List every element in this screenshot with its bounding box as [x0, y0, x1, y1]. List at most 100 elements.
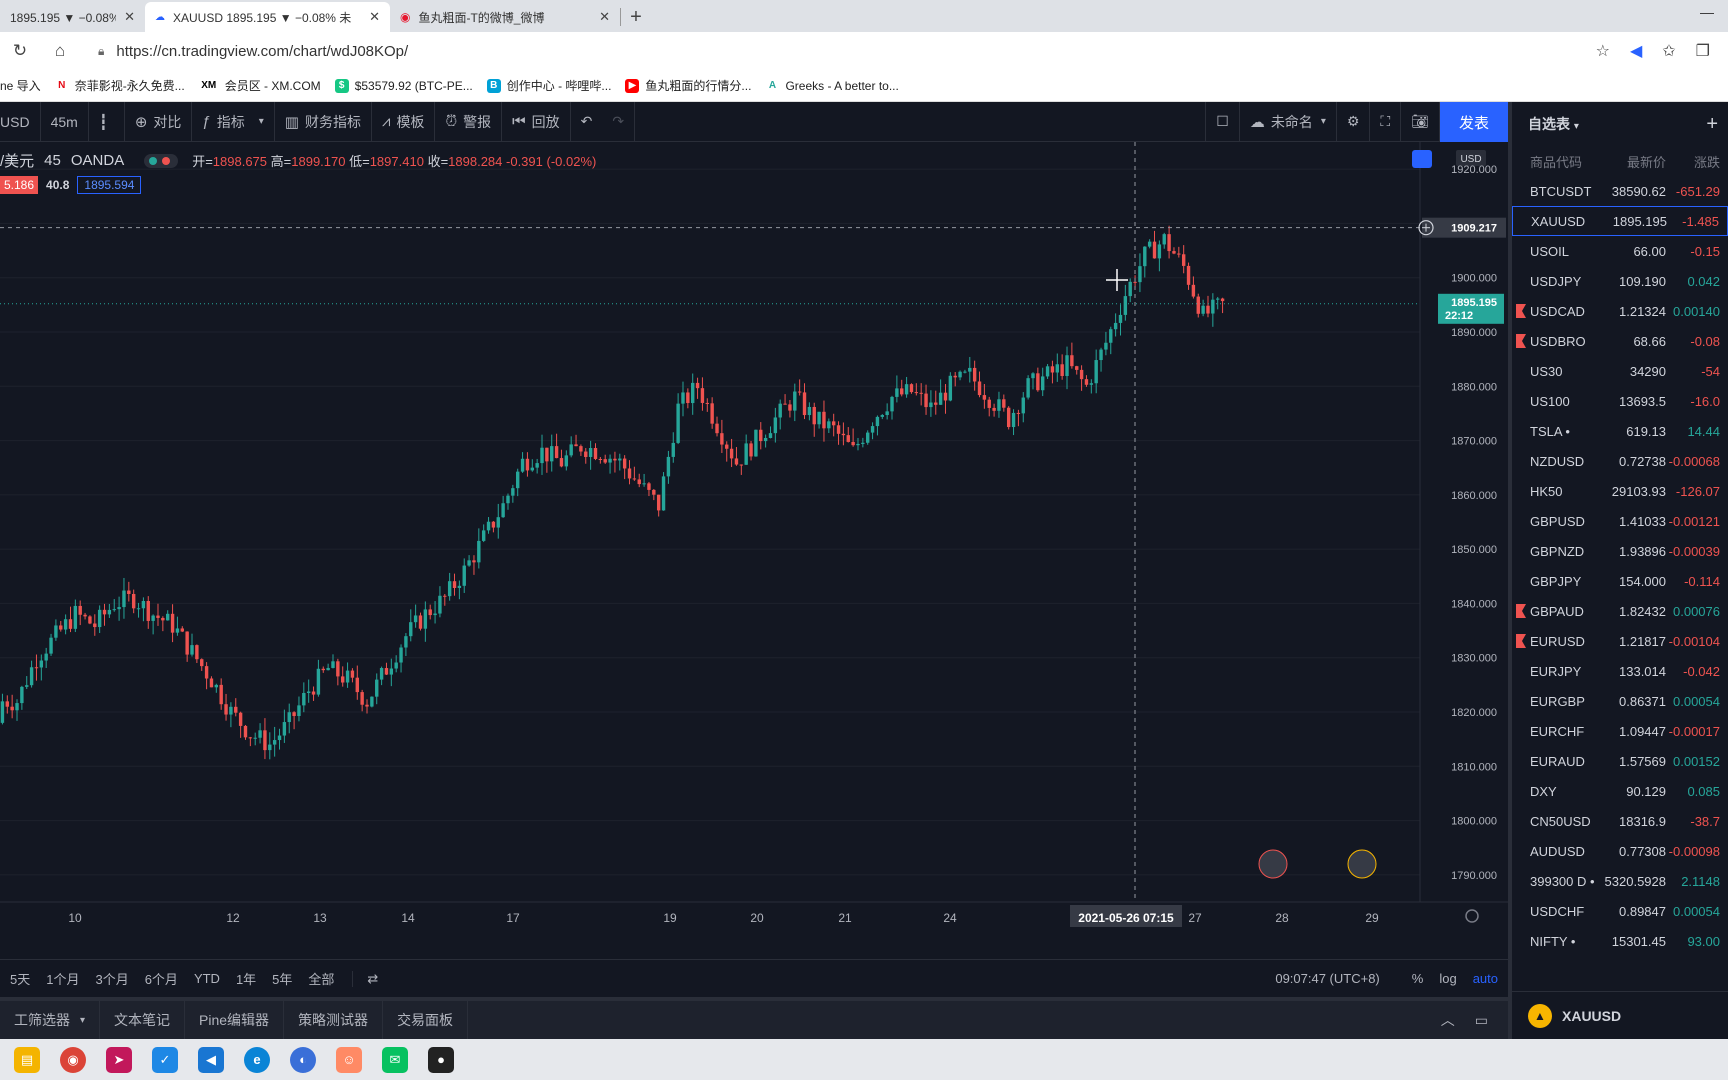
watchlist-row[interactable]: GBPNZD 1.93896 -0.00039: [1512, 536, 1728, 566]
chart-pane[interactable]: USD1920.0001910.0001900.0001890.0001880.…: [0, 142, 1508, 959]
chart-settings-icon[interactable]: [1412, 150, 1432, 168]
flag-icon[interactable]: [1516, 604, 1526, 618]
indicators-button[interactable]: ƒ 指标 ▾: [192, 101, 275, 142]
tab-pine-editor[interactable]: Pine编辑器: [185, 1001, 285, 1039]
watchlist-footer-symbol[interactable]: ▲ XAUUSD: [1512, 991, 1728, 1039]
recorder-icon[interactable]: ●: [428, 1046, 454, 1073]
watchlist-title-button[interactable]: 自选表 ▾: [1528, 114, 1579, 134]
watchlist-row[interactable]: USDCHF 0.89847 0.00054: [1512, 896, 1728, 926]
maximize-panel-icon[interactable]: ▭: [1475, 1012, 1488, 1029]
bookmark-item[interactable]: XM 会员区 - XM.COM: [199, 77, 321, 94]
col-change[interactable]: 涨跌: [1666, 152, 1720, 171]
range-5d[interactable]: 5天: [0, 969, 38, 988]
avatar-app-icon[interactable]: ☺: [336, 1046, 362, 1073]
snapshot-button[interactable]: 📷︎: [1401, 101, 1440, 142]
range-6m[interactable]: 6个月: [137, 969, 186, 988]
watchlist-row[interactable]: GBPJPY 154.000 -0.114: [1512, 566, 1728, 596]
bid-price[interactable]: 5.186: [0, 176, 39, 194]
tab-text-notes[interactable]: 文本笔记: [100, 1001, 186, 1039]
edge-icon[interactable]: e: [244, 1046, 270, 1073]
watchlist-row[interactable]: XAUUSD 1895.195 -1.485: [1512, 206, 1728, 236]
fullscreen-button[interactable]: ⛶: [1370, 101, 1402, 142]
time-axis-settings-icon[interactable]: [1465, 909, 1479, 923]
app-icon[interactable]: ◀: [198, 1046, 224, 1073]
col-last[interactable]: 最新价: [1600, 152, 1666, 171]
chrome-icon[interactable]: ◉: [60, 1046, 86, 1073]
watchlist-row[interactable]: AUDUSD 0.77308 -0.00098: [1512, 836, 1728, 866]
chevron-up-icon[interactable]: ︿: [1441, 1010, 1455, 1030]
bookmark-item[interactable]: N 奈菲影视-永久免费...: [55, 77, 185, 94]
compare-button[interactable]: ⊕ 对比: [125, 101, 193, 142]
reload-icon[interactable]: ↻: [0, 41, 40, 61]
favorites-icon[interactable]: ✩: [1662, 41, 1675, 61]
add-symbol-icon[interactable]: +: [1706, 113, 1718, 136]
bookmark-item[interactable]: $ $53579.92 (BTC-PE...: [334, 78, 473, 93]
percent-toggle[interactable]: %: [1404, 971, 1432, 986]
financials-button[interactable]: ▥ 财务指标: [275, 101, 372, 142]
price-axis[interactable]: [1420, 142, 1508, 902]
replay-button[interactable]: ⏮︎ 回放: [502, 101, 571, 142]
goto-date-icon[interactable]: ⇄: [352, 970, 386, 987]
extension-icon[interactable]: ◀: [1630, 41, 1642, 61]
ask-price[interactable]: 1895.594: [77, 176, 142, 194]
market-status-pill[interactable]: [144, 153, 179, 168]
watchlist-row[interactable]: US100 13693.5 -16.0: [1512, 386, 1728, 416]
range-3m[interactable]: 3个月: [87, 969, 136, 988]
bookmark-item[interactable]: A Greeks - A better to...: [765, 79, 899, 93]
clock-display[interactable]: 09:07:47 (UTC+8): [1275, 971, 1379, 986]
range-5y[interactable]: 5年: [264, 969, 300, 988]
url-field[interactable]: 🔒︎ https://cn.tradingview.com/chart/wdJ0…: [90, 37, 1596, 65]
settings-button[interactable]: ⚙: [1337, 101, 1371, 142]
watchlist-row[interactable]: GBPAUD 1.82432 0.00076: [1512, 596, 1728, 626]
watchlist-row[interactable]: EURJPY 133.014 -0.042: [1512, 656, 1728, 686]
tab-screener[interactable]: 工筛选器 ▾: [0, 1001, 101, 1039]
economic-event-icon[interactable]: [1347, 849, 1377, 879]
log-toggle[interactable]: log: [1431, 971, 1464, 986]
undo-button[interactable]: ↶: [571, 102, 603, 142]
wechat-icon[interactable]: ✉: [382, 1046, 408, 1073]
watchlist-row[interactable]: EURGBP 0.86371 0.00054: [1512, 686, 1728, 716]
tab-strategy-tester[interactable]: 策略测试器: [284, 1001, 384, 1039]
flag-icon[interactable]: [1516, 334, 1526, 348]
range-1y[interactable]: 1年: [228, 969, 264, 988]
watchlist-row[interactable]: USOIL 66.00 -0.15: [1512, 236, 1728, 266]
watchlist-row[interactable]: EURCHF 1.09447 -0.00017: [1512, 716, 1728, 746]
home-icon[interactable]: ⌂: [40, 41, 80, 61]
watchlist-row[interactable]: EURAUD 1.57569 0.00152: [1512, 746, 1728, 776]
star-add-icon[interactable]: ☆: [1596, 41, 1610, 61]
watchlist-row[interactable]: CN50USD 18316.9 -38.7: [1512, 806, 1728, 836]
bookmark-item[interactable]: ▶ 鱼丸粗面的行情分...: [625, 77, 751, 94]
browser-tab-1[interactable]: 1895.195 ▼ −0.08% 未 ✕: [0, 2, 145, 32]
watchlist-row[interactable]: NZDUSD 0.72738 -0.00068: [1512, 446, 1728, 476]
watchlist-row[interactable]: USDJPY 109.190 0.042: [1512, 266, 1728, 296]
symbol-search[interactable]: USD: [0, 101, 41, 142]
redo-button[interactable]: ↷: [602, 101, 636, 142]
new-tab-button[interactable]: +: [621, 2, 651, 32]
send-app-icon[interactable]: ➤: [106, 1046, 132, 1073]
watchlist-row[interactable]: EURUSD 1.21817 -0.00104: [1512, 626, 1728, 656]
watchlist-row[interactable]: HK50 29103.93 -126.07: [1512, 476, 1728, 506]
watchlist-row[interactable]: GBPUSD 1.41033 -0.00121: [1512, 506, 1728, 536]
alert-button[interactable]: ⏰︎ 警报: [435, 101, 503, 142]
watchlist-row[interactable]: USDCAD 1.21324 0.00140: [1512, 296, 1728, 326]
tab-trading-panel[interactable]: 交易面板: [383, 1001, 469, 1039]
collections-icon[interactable]: ❐: [1696, 41, 1710, 61]
todo-icon[interactable]: ✓: [152, 1046, 178, 1073]
watchlist-row[interactable]: USDBRO 68.66 -0.08: [1512, 326, 1728, 356]
file-explorer-icon[interactable]: ▤: [14, 1046, 40, 1073]
browser-tab-2[interactable]: ☁ XAUUSD 1895.195 ▼ −0.08% 未 ✕: [145, 2, 390, 32]
bookmark-import[interactable]: ne 导入: [0, 77, 41, 94]
browser-icon[interactable]: ◐: [290, 1046, 316, 1073]
range-all[interactable]: 全部: [300, 969, 342, 988]
chart-type-button[interactable]: ┇: [89, 101, 125, 142]
watchlist-row[interactable]: US30 34290 -54: [1512, 356, 1728, 386]
flag-icon[interactable]: [1516, 634, 1526, 648]
close-icon[interactable]: ✕: [124, 9, 135, 25]
watchlist-row[interactable]: DXY 90.129 0.085: [1512, 776, 1728, 806]
watchlist-row[interactable]: NIFTY • 15301.45 93.00: [1512, 926, 1728, 956]
close-icon[interactable]: ✕: [369, 9, 380, 25]
range-1m[interactable]: 1个月: [38, 969, 87, 988]
col-symbol[interactable]: 商品代码: [1530, 152, 1600, 171]
minimize-icon[interactable]: —: [1700, 4, 1714, 20]
publish-button[interactable]: 发表: [1440, 102, 1508, 142]
